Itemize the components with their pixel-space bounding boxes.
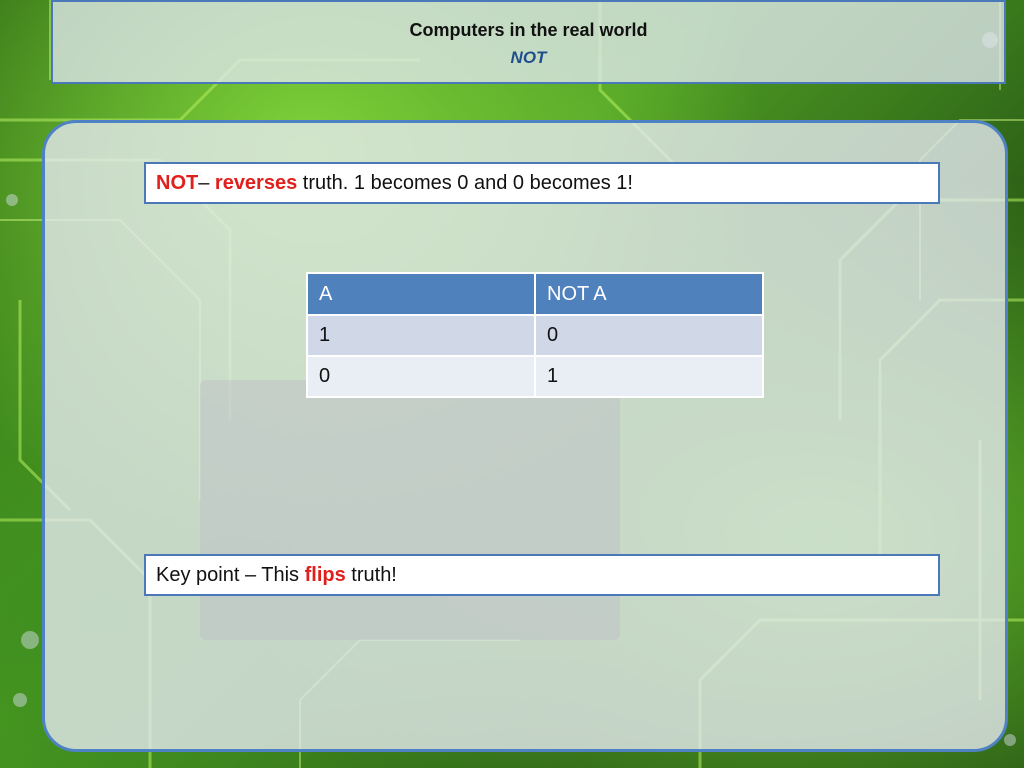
table-cell: 1 xyxy=(306,314,536,357)
table-cell: 0 xyxy=(306,355,536,398)
key-point-suffix: truth! xyxy=(345,564,397,586)
truth-table-header-row: A NOT A xyxy=(306,272,764,316)
slide-title: Computers in the real world xyxy=(409,20,648,40)
definition-rest: truth. 1 becomes 0 and 0 becomes 1! xyxy=(297,172,633,194)
key-point-emphasis: flips xyxy=(304,564,346,586)
content-panel xyxy=(42,120,1008,752)
table-row: 0 1 xyxy=(306,355,764,398)
header-cell-a: A xyxy=(306,272,536,316)
key-point-callout: Key point – This flips truth! xyxy=(144,554,940,596)
definition-dash: – xyxy=(198,172,215,194)
table-cell: 1 xyxy=(534,355,764,398)
key-point-prefix: Key point – This xyxy=(156,564,305,586)
slide-subtitle: NOT xyxy=(510,48,547,67)
table-row: 1 0 xyxy=(306,314,764,357)
definition-term: NOT xyxy=(156,172,199,194)
definition-verb: reverses xyxy=(214,172,298,194)
slide-title-box: Computers in the real world NOT xyxy=(51,0,1006,84)
table-cell: 0 xyxy=(534,314,764,357)
truth-table: A NOT A 1 0 0 1 xyxy=(306,272,764,398)
definition-callout: NOT– reverses truth. 1 becomes 0 and 0 b… xyxy=(144,162,940,204)
header-cell-not-a: NOT A xyxy=(534,272,764,316)
